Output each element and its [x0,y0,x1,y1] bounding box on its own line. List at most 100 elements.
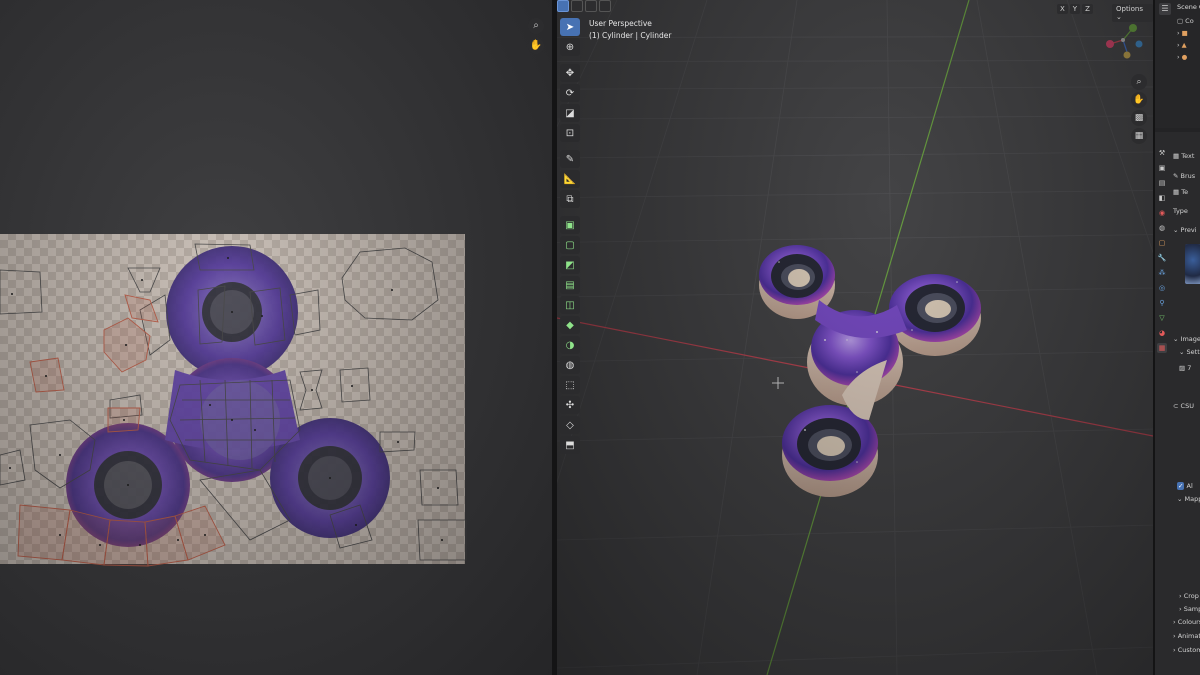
outliner-row-collection[interactable]: ▢ Co [1177,17,1194,25]
tool-move-button[interactable]: ✥ [560,64,580,82]
render-tab-icon[interactable]: ▣ [1157,163,1167,173]
rotate-icon: ⟳ [565,87,575,99]
custom-properties-panel-header[interactable]: › Custom P [1173,646,1200,654]
zoom-icon[interactable]: ⌕ [528,18,544,34]
properties-panel[interactable]: ⚒ ▣ ▤ ◧ ◉ ◍ ▢ 🔧 ⁂ ◎ ⚲ ▽ ◕ ▦ ▦ Text ✎ Bru… [1155,132,1200,675]
object-label: (1) Cylinder | Cylinder [589,31,672,40]
texture-slot-row[interactable]: ▦ Te [1173,188,1188,196]
world-tab-icon[interactable]: ◍ [1157,223,1167,233]
scene-tab-icon[interactable]: ◉ [1157,208,1167,218]
select-mode-strip [557,0,611,12]
mapping-subpanel-header[interactable]: ⌄ Mapp [1177,495,1200,503]
mode-extend-button[interactable] [571,0,583,12]
texture-row[interactable]: ▦ Text [1173,152,1194,160]
tool-spin-button[interactable]: ◑ [560,336,580,354]
tool-poly-build-button[interactable]: ◆ [560,316,580,334]
tool-edge-slide-button[interactable]: ⬚ [560,376,580,394]
chevron-right-icon: › [1179,592,1182,600]
image-source-field[interactable]: ⊂ CSU [1173,402,1194,410]
hand-pan-icon[interactable]: ✋ [528,38,544,54]
outliner-panel[interactable]: ☰ Scene C ▢Co ›■ ›▲ ›● [1155,0,1200,128]
3d-viewport[interactable]: User Perspective (1) Cylinder | Cylinder… [557,0,1153,675]
extrude-icon: ▣ [565,219,575,231]
collection-icon: ▢ [1177,17,1184,25]
tool-measure-button[interactable]: 📐 [560,170,580,188]
tool-loop-cut-button[interactable]: ▤ [560,276,580,294]
outliner-row[interactable]: › ▲ [1177,41,1187,49]
knife-icon: ◫ [565,299,575,311]
animation-panel-header[interactable]: › Animati [1173,632,1200,640]
fidget-spinner-model [759,245,981,497]
axis-x-button[interactable]: X [1057,4,1068,14]
brush-icon: ✎ [1173,172,1179,180]
texture-tab-icon[interactable]: ▦ [1157,343,1167,353]
tool-add-cube-button[interactable]: ⧉ [560,190,580,208]
tool-knife-button[interactable]: ◫ [560,296,580,314]
zoom-icon[interactable]: ⌕ [1131,74,1147,90]
ruler-icon: 📐 [563,173,577,185]
axis-y-button[interactable]: Y [1069,4,1081,14]
tool-shrink-button[interactable]: ✣ [560,396,580,414]
tool-bevel-button[interactable]: ◩ [560,256,580,274]
alpha-checkbox-row[interactable]: ✓ Al [1177,482,1193,490]
uv-canvas[interactable] [0,0,552,675]
image-panel-header[interactable]: ⌄ Image [1173,335,1200,343]
mode-box-select-button[interactable] [557,0,569,12]
move-icon: ✥ [565,67,575,79]
axis-z-button[interactable]: Z [1082,4,1093,14]
hand-pan-icon[interactable]: ✋ [1131,92,1147,108]
tool-transform-button[interactable]: ⊡ [560,124,580,142]
image-datablock-field[interactable]: ▨ 7 [1179,364,1191,372]
options-button[interactable]: Options ⌄ [1112,4,1153,22]
outliner-type-icon[interactable]: ☰ [1159,3,1171,15]
chevron-right-icon: › [1177,53,1180,61]
tool-tab-icon[interactable]: ⚒ [1157,148,1167,158]
tool-shear-button[interactable]: ◇ [560,416,580,434]
chevron-right-icon: › [1173,632,1176,640]
outliner-row[interactable]: › ■ [1177,29,1188,37]
properties-tabs: ⚒ ▣ ▤ ◧ ◉ ◍ ▢ 🔧 ⁂ ◎ ⚲ ▽ ◕ ▦ [1157,148,1169,358]
crop-panel-header[interactable]: › Crop [1179,592,1199,600]
tool-select-button[interactable]: ➤ [560,18,580,36]
colours-panel-header[interactable]: › Colours [1173,618,1200,626]
poly-build-icon: ◆ [566,319,574,331]
tool-inset-button[interactable]: ▢ [560,236,580,254]
options-label: Options [1116,5,1144,13]
preview-panel-header[interactable]: ⌄ Previ [1173,226,1197,234]
tool-rotate-button[interactable]: ⟳ [560,84,580,102]
shear-icon: ◇ [566,419,574,431]
particles-tab-icon[interactable]: ⁂ [1157,268,1167,278]
material-tab-icon[interactable]: ◕ [1157,328,1167,338]
camera-icon[interactable]: ▩ [1131,110,1147,126]
modifier-tab-icon[interactable]: 🔧 [1157,253,1167,263]
tool-smooth-button[interactable]: ◍ [560,356,580,374]
tool-rip-button[interactable]: ⬒ [560,436,580,454]
physics-tab-icon[interactable]: ◎ [1157,283,1167,293]
viewport-canvas[interactable] [557,0,1153,675]
view-layer-tab-icon[interactable]: ◧ [1157,193,1167,203]
brush-row[interactable]: ✎ Brus [1173,172,1195,180]
chevron-right-icon: › [1179,605,1182,613]
mode-invert-button[interactable] [599,0,611,12]
scale-icon: ◪ [565,107,575,119]
chevron-down-icon: ⌄ [1179,348,1185,356]
grid-view-icon[interactable]: ▦ [1131,128,1147,144]
pencil-icon: ✎ [565,153,575,165]
camera-icon: ■ [1181,29,1188,37]
checkbox-checked-icon: ✓ [1177,482,1185,490]
uv-editor[interactable]: ⌕ ✋ [0,0,552,675]
tool-cursor-button[interactable]: ⊕ [560,38,580,56]
mode-subtract-button[interactable] [585,0,597,12]
texture-icon: ▦ [1173,188,1180,196]
outliner-row[interactable]: › ● [1177,53,1187,61]
tool-annotate-button[interactable]: ✎ [560,150,580,168]
mirror-axis-buttons: X Y Z [1057,4,1093,14]
output-tab-icon[interactable]: ▤ [1157,178,1167,188]
sampling-panel-header[interactable]: › Sampl [1179,605,1200,613]
object-tab-icon[interactable]: ▢ [1157,238,1167,248]
tool-scale-button[interactable]: ◪ [560,104,580,122]
constraints-tab-icon[interactable]: ⚲ [1157,298,1167,308]
settings-subpanel-header[interactable]: ⌄ Setti [1179,348,1200,356]
data-tab-icon[interactable]: ▽ [1157,313,1167,323]
tool-extrude-button[interactable]: ▣ [560,216,580,234]
